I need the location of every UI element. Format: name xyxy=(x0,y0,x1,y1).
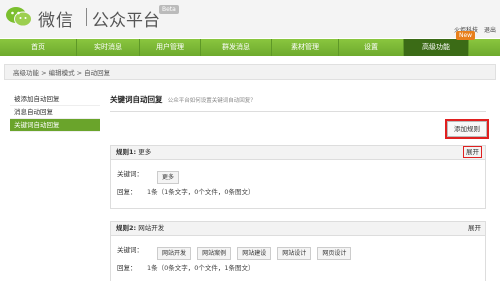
nav-item-realtime-messages[interactable]: 实时消息 xyxy=(77,39,140,56)
logout-link[interactable]: 退出 xyxy=(484,27,496,34)
rule-card: 规则2: 网站开发 展开 关键词： 网站开发 网站案例 网站建设 网站设计 网页… xyxy=(110,221,486,281)
sidebar: 被添加自动回复 消息自动回复 关键词自动回复 xyxy=(10,93,100,132)
sidebar-item-add-auto-reply[interactable]: 被添加自动回复 xyxy=(10,93,100,106)
reply-summary: 1条（0条文字，0个文件，1条图文） xyxy=(147,264,255,272)
sidebar-item-keyword-auto-reply[interactable]: 关键词自动回复 xyxy=(10,119,100,132)
nav-item-mass-message[interactable]: 群发消息 xyxy=(201,39,272,56)
reply-label: 回复： xyxy=(117,188,137,196)
rule-topic: 网站开发 xyxy=(138,224,165,232)
rule-card: 规则1: 更多 展开 关键词： 更多 回复： 1条（1条文字，0个文件，0条图文… xyxy=(110,145,486,209)
rule-header[interactable]: 规则1: 更多 展开 xyxy=(111,146,485,160)
beta-badge: Beta xyxy=(159,5,179,14)
title-divider xyxy=(110,111,486,112)
page-title: 关键词自动回复 xyxy=(110,95,163,104)
keyword-row: 关键词： 网站开发 网站案例 网站建设 网站设计 网页设计 xyxy=(111,241,485,260)
nav-item-home[interactable]: 首页 xyxy=(0,39,77,56)
reply-row: 回复： 1条（1条文字，0个文件，0条图文） xyxy=(111,183,485,201)
rule-header[interactable]: 规则2: 网站开发 展开 xyxy=(111,222,485,236)
brand-divider xyxy=(86,8,87,26)
nav-item-advanced[interactable]: 高级功能 xyxy=(404,39,469,56)
rule-topic: 更多 xyxy=(138,148,152,156)
reply-summary: 1条（1条文字，0个文件，0条图文） xyxy=(147,188,255,196)
keyword-label: 关键词： xyxy=(117,170,143,178)
expand-button[interactable]: 展开 xyxy=(468,222,481,235)
nav-item-user-management[interactable]: 用户管理 xyxy=(140,39,201,56)
expand-button[interactable]: 展开 xyxy=(463,146,482,158)
brand-title: 微信 xyxy=(38,11,74,31)
keyword-label: 关键词： xyxy=(117,246,143,254)
new-badge: New xyxy=(456,31,476,40)
add-rule-button[interactable]: 添加规则 xyxy=(445,119,489,139)
breadcrumb: 高级功能 > 编辑模式 > 自动回复 xyxy=(4,64,496,80)
main-nav: 首页 实时消息 用户管理 群发消息 素材管理 设置 高级功能 xyxy=(0,39,500,56)
nav-item-settings[interactable]: 设置 xyxy=(339,39,404,56)
sidebar-item-message-auto-reply[interactable]: 消息自动回复 xyxy=(10,106,100,119)
main-content: 关键词自动回复 公众平台如何设置关键词自动回复？ xyxy=(110,94,486,105)
reply-label: 回复： xyxy=(117,264,137,272)
rule-name: 规则2: xyxy=(116,224,137,232)
reply-row: 回复： 1条（0条文字，0个文件，1条图文） xyxy=(111,259,485,277)
help-link[interactable]: 公众平台如何设置关键词自动回复？ xyxy=(168,98,256,104)
header: 微信 公众平台 Beta 火炬科技 退出 xyxy=(0,0,500,38)
brand-subtitle: 公众平台 xyxy=(92,11,160,31)
wechat-logo-icon xyxy=(6,7,32,27)
keyword-row: 关键词： 更多 xyxy=(111,165,485,184)
nav-item-materials[interactable]: 素材管理 xyxy=(272,39,339,56)
rule-name: 规则1: xyxy=(116,148,137,156)
